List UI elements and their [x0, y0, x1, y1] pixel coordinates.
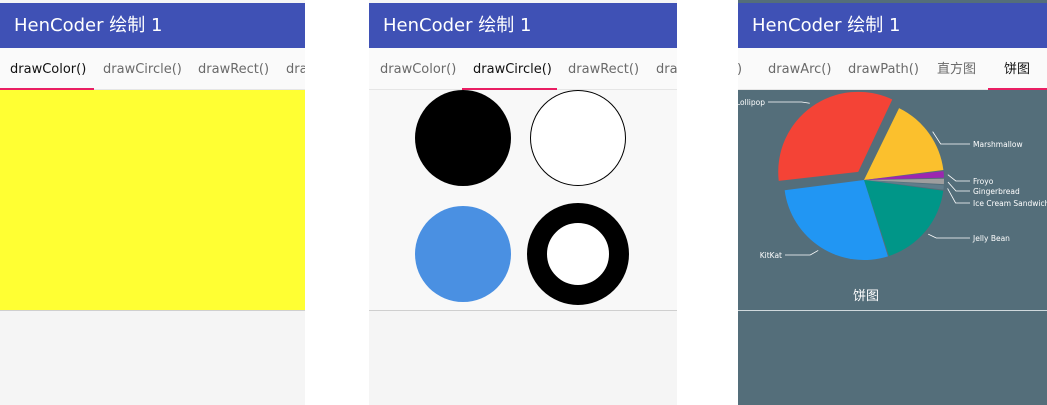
pie-label: Jelly Bean: [972, 234, 1010, 243]
pie-label: Lollipop: [738, 98, 765, 107]
leader-line: [928, 233, 970, 239]
app-title: HenCoder 绘制 1: [14, 15, 163, 36]
tab-drawcircle[interactable]: drawCircle(): [103, 48, 182, 89]
app-bar: HenCoder 绘制 1: [738, 3, 1047, 48]
leader-line: [785, 250, 819, 256]
tab-bar: ) drawArc() drawPath() 直方图 饼图: [738, 48, 1047, 90]
tab-drawrect[interactable]: drawRect(): [198, 48, 269, 89]
app-bar: HenCoder 绘制 1: [0, 3, 305, 48]
tab-partial[interactable]: dra: [656, 48, 677, 89]
tab-bar: drawColor() drawCircle() drawRect() dra: [369, 48, 677, 90]
circle-canvas: [369, 90, 677, 311]
pie-canvas: Lollipop Marshmallow Froyo Gingerbread Ice C…: [738, 90, 1047, 311]
chart-title: 饼图: [853, 289, 879, 304]
tab-partial[interactable]: ): [738, 48, 742, 89]
thick-ring-circle: [527, 203, 629, 305]
divider: [369, 310, 677, 311]
leader-line: [947, 188, 970, 204]
tab-drawarc[interactable]: drawArc(): [768, 48, 831, 89]
tab-pie[interactable]: 饼图: [1004, 48, 1030, 89]
divider: [738, 310, 1047, 311]
screen-draw-color: HenCoder 绘制 1 drawColor() drawCircle() d…: [0, 0, 305, 405]
leader-line: [947, 174, 970, 182]
tab-drawcircle[interactable]: drawCircle(): [473, 48, 552, 89]
app-title: HenCoder 绘制 1: [752, 15, 901, 36]
leader-line: [932, 131, 970, 145]
color-canvas: [0, 90, 305, 311]
app-bar: HenCoder 绘制 1: [369, 3, 677, 48]
pie-chart: Lollipop Marshmallow FroyoGingerbread Ice C…: [738, 91, 1047, 304]
tab-drawrect[interactable]: drawRect(): [568, 48, 639, 89]
filled-black-circle: [415, 90, 511, 186]
tab-drawcolor[interactable]: drawColor(): [10, 48, 86, 89]
divider: [0, 310, 305, 311]
pie-label: Marshmallow: [973, 140, 1023, 149]
leader-line: [768, 101, 810, 104]
pie-label: Ice Cream Sandwich: [973, 199, 1047, 208]
tab-histogram[interactable]: 直方图: [937, 48, 976, 89]
tab-bar: drawColor() drawCircle() drawRect() dra: [0, 48, 305, 90]
pie-label: Gingerbread: [973, 187, 1020, 196]
screen-draw-circle: HenCoder 绘制 1 drawColor() drawCircle() d…: [369, 0, 677, 405]
filled-blue-circle: [415, 206, 511, 302]
app-title: HenCoder 绘制 1: [383, 15, 532, 36]
tab-drawcolor[interactable]: drawColor(): [380, 48, 456, 89]
leader-line: [947, 181, 970, 192]
pie-label: Froyo: [973, 177, 994, 186]
screen-pie-chart: HenCoder 绘制 1 ) drawArc() drawPath() 直方图…: [738, 0, 1047, 405]
outlined-circle: [530, 90, 626, 186]
pie-label: KitKat: [760, 251, 782, 260]
tab-drawpath[interactable]: drawPath(): [848, 48, 919, 89]
tab-partial[interactable]: dra: [286, 48, 305, 89]
